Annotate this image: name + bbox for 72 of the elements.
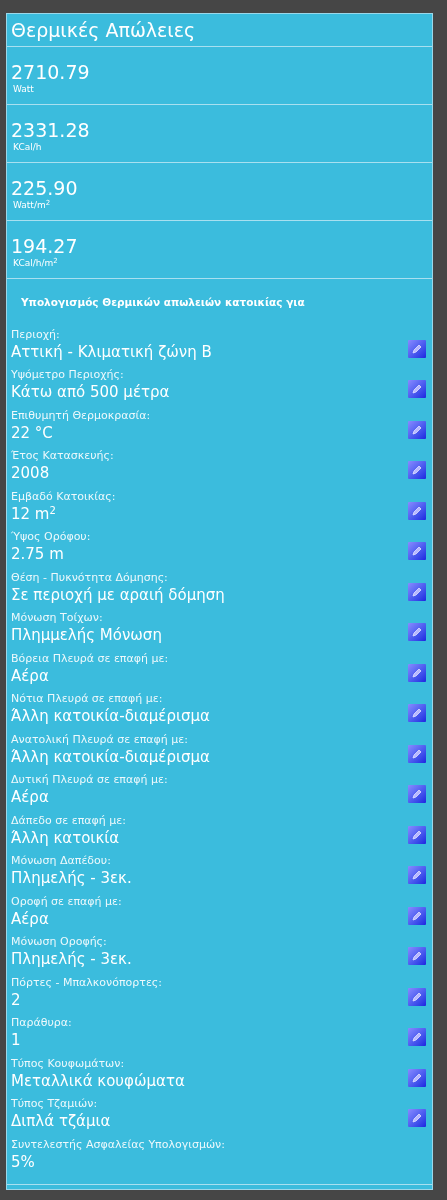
edit-icon[interactable]	[408, 866, 426, 884]
field-value: Άλλη κατοικία-διαμέρισμα	[11, 746, 210, 767]
field-value: Άλλη κατοικία	[11, 827, 121, 848]
field-value: 2	[11, 989, 22, 1010]
field-label: Εμβαδό Κατοικίας:	[11, 489, 116, 504]
field-value: 2008	[11, 463, 51, 483]
field-label: Πόρτες - Μπαλκονόπορτες:	[11, 975, 162, 990]
stat-value: 194.27	[11, 235, 79, 257]
field-label: Τύπος Τζαμιών:	[11, 1097, 99, 1111]
edit-icon[interactable]	[408, 825, 426, 844]
stat-unit: KCal/h/m$^{2}$	[12, 257, 59, 269]
stat-unit: Watt/m$^{2}$	[12, 199, 52, 211]
field-label: Βόρεια Πλευρά σε επαφή με:	[11, 651, 169, 666]
field-value: Αέρα	[11, 787, 50, 807]
field-value: Πλημμελής Μόνωση	[11, 625, 162, 645]
edit-icon[interactable]	[408, 906, 426, 925]
field-value: Σε περιοχή με αραιή δόμηση	[11, 584, 225, 605]
field-label: Μόνωση Οροφής:	[11, 935, 108, 949]
field-value: Μεταλλικά κουφώματα	[11, 1070, 185, 1091]
edit-icon[interactable]	[408, 663, 426, 682]
section-heading: Υπολογισμός Θερμικών απωλειών κατοικίας για	[21, 296, 305, 308]
stat-unit: Watt	[12, 83, 35, 95]
field-value: Άλλη κατοικία-διαμέρισμα	[11, 706, 210, 726]
field-label: Ύψος Ορόφου:	[11, 530, 91, 544]
field-label: Μόνωση Τοίχων:	[11, 611, 104, 625]
field-value: 22 °C	[11, 422, 54, 443]
field-label: Περιοχή:	[11, 327, 61, 342]
field-value: 1	[11, 1030, 22, 1050]
field-label: Παράθυρα:	[11, 1016, 72, 1030]
field-value: Πλημελής - 3εκ.	[11, 868, 132, 888]
field-label: Έτος Κατασκευής:	[11, 449, 114, 463]
field-label: Ανατολική Πλευρά σε επαφή με:	[11, 732, 189, 747]
field-label: Οροφή σε επαφή με:	[11, 894, 122, 909]
panel-title: Θερμικές Απώλειες	[11, 20, 196, 40]
edit-icon[interactable]	[408, 501, 426, 520]
field-value: Διπλά τζάμια	[11, 1111, 111, 1131]
edit-icon[interactable]	[408, 339, 426, 358]
edit-icon[interactable]	[408, 1109, 426, 1127]
field-value: Πλημελής - 3εκ.	[11, 949, 132, 969]
stat-value: 2331.28	[11, 119, 91, 141]
edit-icon[interactable]	[408, 987, 426, 1006]
stat-value: 2710.79	[11, 61, 91, 83]
field-value: Αέρα	[11, 665, 50, 686]
edit-icon[interactable]	[408, 542, 426, 560]
edit-icon[interactable]	[408, 744, 426, 763]
edit-icon[interactable]	[408, 461, 426, 479]
field-label: Δυτική Πλευρά σε επαφή με:	[11, 773, 168, 787]
edit-icon[interactable]	[408, 623, 426, 641]
stat-value: 225.90	[11, 177, 79, 199]
field-label: Επιθυμητή Θερμοκρασία:	[11, 408, 151, 423]
edit-icon[interactable]	[408, 1028, 426, 1046]
field-value: 12 m$^{2}$	[11, 503, 57, 524]
field-value: Κάτω από 500 μέτρα	[11, 382, 170, 402]
field-label: Συντελεστής Ασφαλείας Υπολογισμών:	[11, 1137, 225, 1152]
field-label: Νότια Πλευρά σε επαφή με:	[11, 692, 164, 706]
edit-icon[interactable]	[408, 704, 426, 722]
field-label: Μόνωση Δαπέδου:	[11, 854, 112, 868]
field-value: 5%	[11, 1151, 36, 1172]
field-value: Αέρα	[11, 908, 50, 929]
field-label: Θέση - Πυκνότητα Δόμησης:	[11, 570, 169, 585]
edit-icon[interactable]	[408, 420, 426, 439]
field-label: Υψόμετρο Περιοχής:	[11, 368, 125, 382]
edit-icon[interactable]	[408, 380, 426, 398]
field-value: Αττική - Κλιματική ζώνη Β	[11, 341, 212, 362]
stat-unit: KCal/h	[12, 141, 43, 153]
edit-icon[interactable]	[408, 785, 426, 803]
edit-icon[interactable]	[408, 582, 426, 601]
edit-icon[interactable]	[408, 1068, 426, 1087]
field-label: Δάπεδο σε επαφή με:	[11, 813, 126, 828]
field-label: Τύπος Κουφωμάτων:	[11, 1056, 126, 1071]
edit-icon[interactable]	[408, 947, 426, 965]
field-value: 2.75 m	[11, 544, 65, 564]
